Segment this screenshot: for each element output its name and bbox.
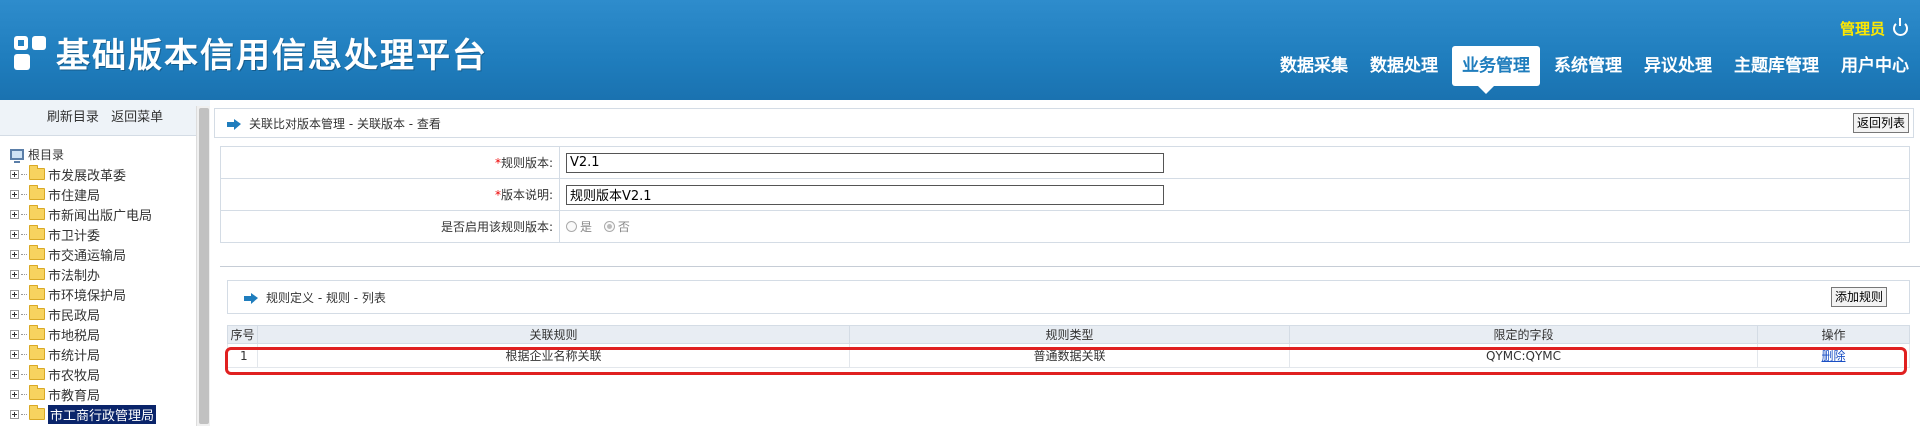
tree-item[interactable]: 市交通运输局 — [10, 244, 210, 264]
folder-icon — [29, 385, 45, 400]
tree-item-selected[interactable]: 市工商行政管理局 — [10, 404, 210, 424]
expand-icon[interactable] — [10, 229, 19, 239]
expand-icon[interactable] — [10, 269, 19, 279]
back-to-list-button[interactable]: 返回列表 — [1852, 113, 1909, 133]
enable-no-label: 否 — [617, 220, 630, 234]
col-field: 限定的字段 — [1289, 325, 1758, 344]
nav-data-processing[interactable]: 数据处理 — [1359, 46, 1449, 86]
nav-business-management[interactable]: 业务管理 — [1452, 46, 1540, 86]
tree-item[interactable]: 市环境保护局 — [10, 284, 210, 304]
folder-icon — [29, 185, 45, 200]
row-rule: 根据企业名称关联 — [257, 343, 850, 368]
tree-root-label: 根目录 — [28, 147, 65, 162]
expand-icon[interactable] — [10, 289, 19, 299]
scrollbar-thumb[interactable] — [199, 108, 209, 424]
col-index: 序号 — [227, 325, 258, 344]
rules-panel-header: 规则定义 - 规则 - 列表 添加规则 — [227, 280, 1910, 314]
rules-table: 序号 关联规则 规则类型 限定的字段 操作 1 根据企业名称关联 普通数据关联 … — [227, 325, 1910, 368]
folder-icon — [29, 265, 45, 280]
nav-topic-library[interactable]: 主题库管理 — [1723, 46, 1830, 86]
breadcrumb: 关联比对版本管理 - 关联版本 - 查看 — [249, 117, 441, 131]
col-type: 规则类型 — [849, 325, 1290, 344]
tree-item[interactable]: 市教育局 — [10, 384, 210, 404]
tree-item[interactable]: 市新闻出版广电局 — [10, 204, 210, 224]
tree-item[interactable]: 市统计局 — [10, 344, 210, 364]
folder-icon — [29, 165, 45, 180]
user-area: 管理员 — [1840, 18, 1908, 39]
tree-root[interactable]: 根目录 — [10, 144, 210, 164]
expand-icon[interactable] — [10, 249, 19, 259]
expand-icon[interactable] — [10, 389, 19, 399]
folder-icon — [29, 365, 45, 380]
tree-item[interactable]: 市农牧局 — [10, 364, 210, 384]
expand-icon[interactable] — [10, 409, 19, 419]
sidebar-scrollbar[interactable] — [196, 106, 210, 426]
expand-icon[interactable] — [10, 349, 19, 359]
app-header: 基础版本信用信息处理平台 管理员 数据采集 数据处理 业务管理 系统管理 异议处… — [0, 0, 1920, 100]
sidebar-toolbar: 刷新目录 返回菜单 — [0, 100, 210, 136]
version-form: *规则版本: *版本说明: 是否启用该规则版本: 是 否 — [220, 146, 1910, 243]
logo: 基础版本信用信息处理平台 — [12, 28, 488, 77]
page-header-panel: 关联比对版本管理 - 关联版本 - 查看 返回列表 — [214, 108, 1914, 138]
version-desc-input[interactable] — [566, 184, 1164, 205]
nav-system-management[interactable]: 系统管理 — [1543, 46, 1633, 86]
enable-version-label: 是否启用该规则版本: — [220, 210, 560, 243]
logo-icon — [12, 34, 50, 72]
tree-item[interactable]: 市民政局 — [10, 304, 210, 324]
expand-icon[interactable] — [10, 209, 19, 219]
expand-icon[interactable] — [10, 169, 19, 179]
rules-breadcrumb: 规则定义 - 规则 - 列表 — [266, 291, 386, 305]
folder-icon — [29, 325, 45, 340]
rule-version-input[interactable] — [566, 152, 1164, 173]
version-desc-label: *版本说明: — [220, 178, 560, 211]
table-row: 1 根据企业名称关联 普通数据关联 QYMC:QYMC 删除 — [227, 343, 1910, 368]
row-field: QYMC:QYMC — [1289, 343, 1758, 368]
power-icon[interactable] — [1893, 18, 1908, 36]
arrow-right-icon — [244, 293, 258, 304]
expand-icon[interactable] — [10, 369, 19, 379]
enable-yes-radio[interactable] — [566, 221, 577, 232]
delete-link[interactable]: 删除 — [1821, 349, 1845, 363]
folder-icon — [29, 405, 45, 420]
expand-icon[interactable] — [10, 309, 19, 319]
col-action: 操作 — [1757, 325, 1910, 344]
tree-item[interactable]: 市法制办 — [10, 264, 210, 284]
folder-icon — [29, 205, 45, 220]
refresh-tree-link[interactable]: 刷新目录 — [47, 110, 99, 125]
nav-data-collection[interactable]: 数据采集 — [1269, 46, 1359, 86]
tree-item[interactable]: 市发展改革委 — [10, 164, 210, 184]
tree-item[interactable]: 市卫计委 — [10, 224, 210, 244]
section-divider — [220, 266, 1920, 267]
add-rule-button[interactable]: 添加规则 — [1830, 287, 1887, 307]
back-menu-link[interactable]: 返回菜单 — [111, 110, 163, 125]
nav-objection-handling[interactable]: 异议处理 — [1633, 46, 1723, 86]
folder-icon — [29, 245, 45, 260]
arrow-right-icon — [227, 119, 241, 130]
col-rule: 关联规则 — [257, 325, 850, 344]
computer-icon — [10, 148, 24, 163]
sidebar: 刷新目录 返回菜单 根目录 市发展改革委 市住建局 市新闻出版广电局 市卫计委 … — [0, 100, 210, 426]
row-index: 1 — [227, 343, 258, 368]
expand-icon[interactable] — [10, 189, 19, 199]
folder-icon — [29, 225, 45, 240]
table-header-row: 序号 关联规则 规则类型 限定的字段 操作 — [227, 325, 1910, 344]
org-tree: 根目录 市发展改革委 市住建局 市新闻出版广电局 市卫计委 市交通运输局 市法制… — [0, 136, 210, 424]
app-title: 基础版本信用信息处理平台 — [56, 36, 488, 76]
folder-icon — [29, 285, 45, 300]
row-type: 普通数据关联 — [849, 343, 1290, 368]
tree-item[interactable]: 市地税局 — [10, 324, 210, 344]
rule-version-label: *规则版本: — [220, 146, 560, 179]
main-content: 关联比对版本管理 - 关联版本 - 查看 返回列表 *规则版本: *版本说明: … — [210, 100, 1920, 426]
main-nav: 数据采集 数据处理 业务管理 系统管理 异议处理 主题库管理 用户中心 — [1269, 46, 1920, 86]
expand-icon[interactable] — [10, 329, 19, 339]
folder-icon — [29, 345, 45, 360]
enable-no-radio[interactable] — [603, 221, 615, 232]
user-name[interactable]: 管理员 — [1840, 18, 1885, 39]
folder-icon — [29, 305, 45, 320]
tree-item[interactable]: 市住建局 — [10, 184, 210, 204]
enable-yes-label: 是 — [580, 220, 593, 234]
nav-active-pointer — [1478, 86, 1494, 94]
nav-user-center[interactable]: 用户中心 — [1830, 46, 1920, 86]
